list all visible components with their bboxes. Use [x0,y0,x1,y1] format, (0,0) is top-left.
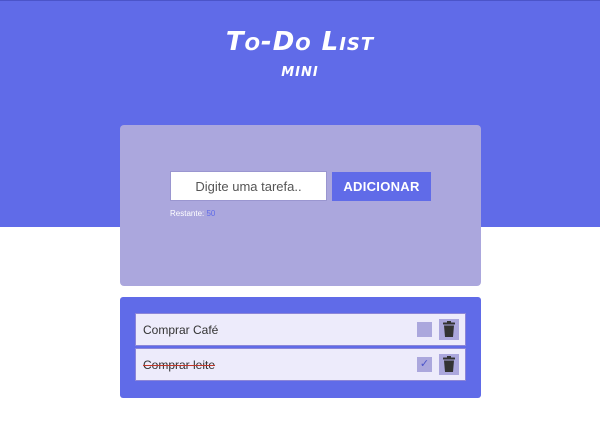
app-subtitle: MINI [281,65,319,80]
task-list: Comprar Café Comprar leite ✓ [135,313,466,381]
add-button[interactable]: ADICIONAR [332,172,431,201]
remaining-label: Restante: [170,209,205,218]
checkbox-icon[interactable] [417,322,432,337]
task-input[interactable] [170,171,327,201]
task-text: Comprar leite [143,358,216,372]
task-item: Comprar Café [135,313,466,346]
trash-icon[interactable] [439,354,459,375]
remaining-count: 50 [206,209,216,218]
task-list-panel: Comprar Café Comprar leite ✓ [120,297,481,398]
task-item: Comprar leite ✓ [135,348,466,381]
trash-icon[interactable] [439,319,459,340]
remaining-counter: Restante: 50 [170,209,215,218]
app-title: To-Do List [225,27,375,57]
checkbox-icon[interactable]: ✓ [417,357,432,372]
task-text: Comprar Café [143,323,219,337]
add-task-card: ADICIONAR Restante: 50 [120,125,481,286]
